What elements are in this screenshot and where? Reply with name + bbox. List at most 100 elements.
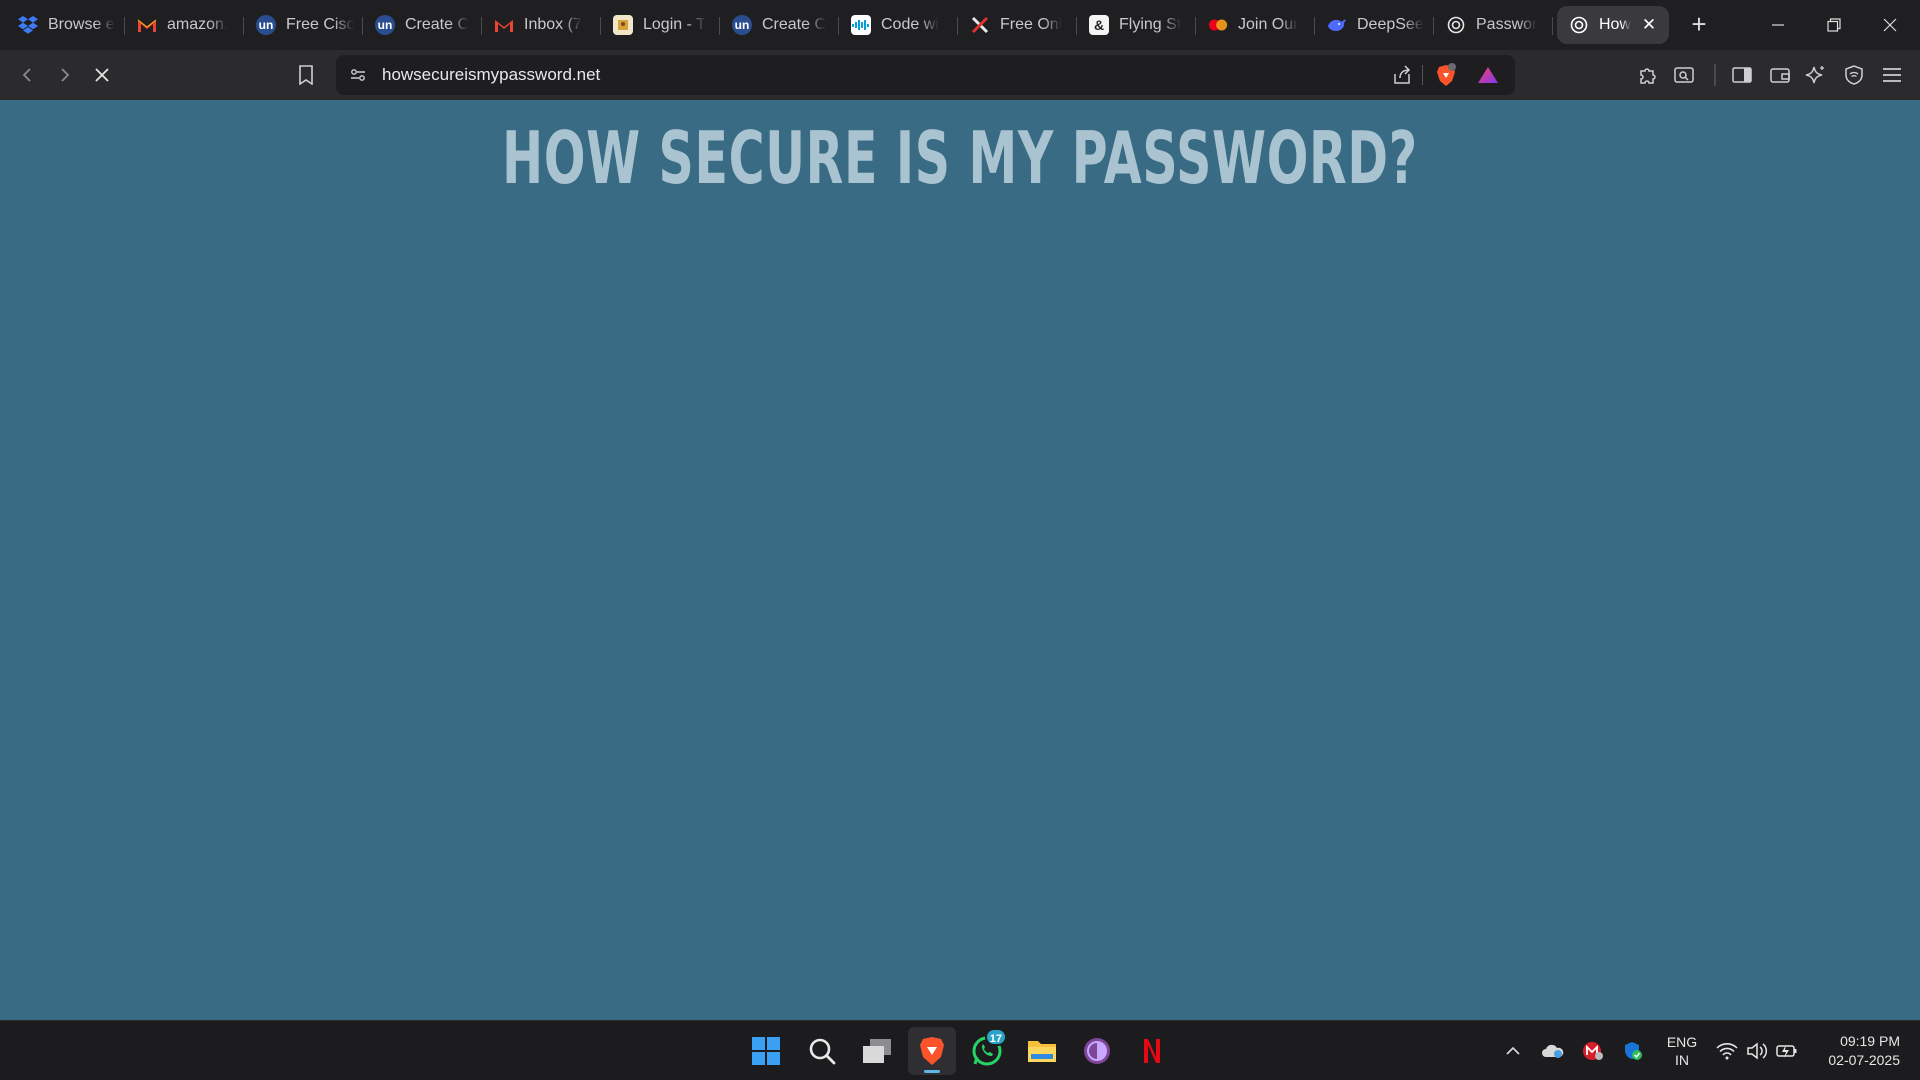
task-view-button[interactable] — [853, 1027, 901, 1075]
onedrive-tray-icon[interactable] — [1540, 1039, 1566, 1063]
active-indicator — [924, 1070, 940, 1073]
tab-label: Browse e — [48, 16, 115, 33]
tab-label: How — [1599, 16, 1632, 33]
volume-icon[interactable] — [1744, 1039, 1770, 1063]
gmail-icon — [494, 15, 514, 35]
start-button[interactable] — [742, 1027, 790, 1075]
screen: Browse e amazon. un Free Cisc un Create … — [0, 0, 1920, 1080]
language-indicator[interactable]: ENG IN — [1662, 1033, 1702, 1069]
brave-icon — [920, 1037, 944, 1065]
tab[interactable]: Inbox (7 — [482, 6, 601, 44]
deepseek-icon — [1327, 15, 1347, 35]
tab[interactable]: Code wi — [839, 6, 958, 44]
puzzle-icon — [1640, 68, 1656, 84]
wallet-icon — [1770, 68, 1790, 83]
mastercard-icon — [1208, 15, 1228, 35]
tab-label: amazon. — [167, 16, 229, 33]
battery-charging-icon[interactable] — [1774, 1039, 1800, 1063]
bookmark-button[interactable] — [290, 59, 322, 91]
tab-label: Inbox (7 — [524, 16, 582, 33]
region-code: IN — [1675, 1052, 1689, 1068]
tab[interactable]: amazon. — [125, 6, 244, 44]
extensions-button[interactable] — [1632, 59, 1664, 91]
browser-toolbar: howsecureismypassword.net — [0, 50, 1920, 100]
menu-button[interactable] — [1876, 59, 1908, 91]
brave-shields-icon[interactable] — [1434, 63, 1458, 87]
tab-list: Browse e amazon. un Free Cisc un Create … — [0, 0, 1669, 50]
chevron-up-icon — [1506, 1046, 1520, 1055]
search-button[interactable] — [798, 1027, 846, 1075]
sidebar-button[interactable] — [1726, 59, 1758, 91]
show-hidden-icons-button[interactable] — [1500, 1039, 1526, 1063]
tab-label: Free Onl — [1000, 16, 1063, 33]
chevron-left-icon — [22, 68, 31, 82]
tab[interactable]: & Flying St — [1077, 6, 1196, 44]
new-tab-button[interactable]: + — [1681, 7, 1717, 43]
tab-label: Passwor — [1476, 16, 1538, 33]
url-text[interactable]: howsecureismypassword.net — [382, 65, 600, 85]
openai-icon — [1446, 15, 1466, 35]
tab-active[interactable]: How ✕ — [1557, 6, 1669, 44]
tab[interactable]: Login - T — [601, 6, 720, 44]
hamburger-icon — [1883, 68, 1901, 82]
search-icon — [809, 1038, 836, 1065]
tab-strip: Browse e amazon. un Free Cisc un Create … — [0, 0, 1920, 50]
security-tray-icon[interactable] — [1620, 1039, 1646, 1063]
windows-icon — [752, 1037, 780, 1065]
forward-button[interactable] — [48, 59, 80, 91]
tab[interactable]: un Create C — [720, 6, 839, 44]
brave-taskbar-button[interactable] — [908, 1027, 956, 1075]
tor-browser-button[interactable] — [1073, 1027, 1121, 1075]
minimize-button[interactable] — [1750, 0, 1806, 50]
minimize-icon — [1772, 24, 1784, 26]
netflix-button[interactable] — [1128, 1027, 1176, 1075]
wallet-button[interactable] — [1764, 59, 1796, 91]
file-explorer-button[interactable] — [1018, 1027, 1066, 1075]
notification-badge: 17 — [984, 1028, 1007, 1046]
bookmark-icon — [299, 65, 313, 85]
tab-label: Flying St — [1119, 16, 1182, 33]
folder-icon — [1028, 1041, 1056, 1062]
un-icon: un — [375, 15, 395, 35]
clock-date: 02-07-2025 — [1828, 1052, 1900, 1068]
vpn-button[interactable] — [1838, 59, 1870, 91]
search-page-icon — [1674, 67, 1694, 83]
close-icon — [1883, 18, 1897, 32]
stop-loading-button[interactable] — [86, 59, 118, 91]
tab-label: Login - T — [643, 16, 706, 33]
leo-ai-button[interactable] — [1800, 59, 1832, 91]
address-bar[interactable]: howsecureismypassword.net — [336, 55, 1515, 95]
tab[interactable]: Free Onl — [958, 6, 1077, 44]
back-button[interactable] — [12, 59, 44, 91]
tab[interactable]: DeepSee — [1315, 6, 1434, 44]
language-code: ENG — [1666, 1034, 1698, 1050]
login-icon — [613, 15, 633, 35]
ampersand-icon: & — [1089, 15, 1109, 35]
tab[interactable]: Passwor — [1434, 6, 1553, 44]
tab-label: DeepSee — [1357, 16, 1424, 33]
tab[interactable]: un Create C — [363, 6, 482, 44]
un-icon: un — [732, 15, 752, 35]
close-window-button[interactable] — [1862, 0, 1918, 50]
plus-icon: + — [1691, 9, 1707, 39]
page-search-button[interactable] — [1668, 59, 1700, 91]
openai-icon — [1569, 15, 1589, 35]
tab-label: Code wi — [881, 16, 939, 33]
dropbox-icon — [18, 15, 38, 35]
tab[interactable]: un Free Cisc — [244, 6, 363, 44]
whatsapp-taskbar-button[interactable]: 17 — [963, 1027, 1011, 1075]
site-settings-icon[interactable] — [346, 63, 370, 87]
brave-rewards-icon[interactable] — [1476, 63, 1500, 87]
share-icon[interactable] — [1390, 63, 1414, 87]
antivirus-tray-icon[interactable] — [1580, 1039, 1606, 1063]
system-clock[interactable]: 09:19 PM 02-07-2025 — [1810, 1032, 1900, 1070]
task-view-icon — [863, 1039, 891, 1063]
web-page: HOW SECURE IS MY PASSWORD? — [0, 100, 1920, 1020]
restore-button[interactable] — [1806, 0, 1862, 50]
tab[interactable]: Browse e — [6, 6, 125, 44]
tab[interactable]: Join Our — [1196, 6, 1315, 44]
tab-label: Create C — [405, 16, 470, 33]
close-tab-icon[interactable]: ✕ — [1639, 15, 1659, 35]
page-title: HOW SECURE IS MY PASSWORD? — [502, 116, 1418, 200]
wifi-icon[interactable] — [1714, 1039, 1740, 1063]
